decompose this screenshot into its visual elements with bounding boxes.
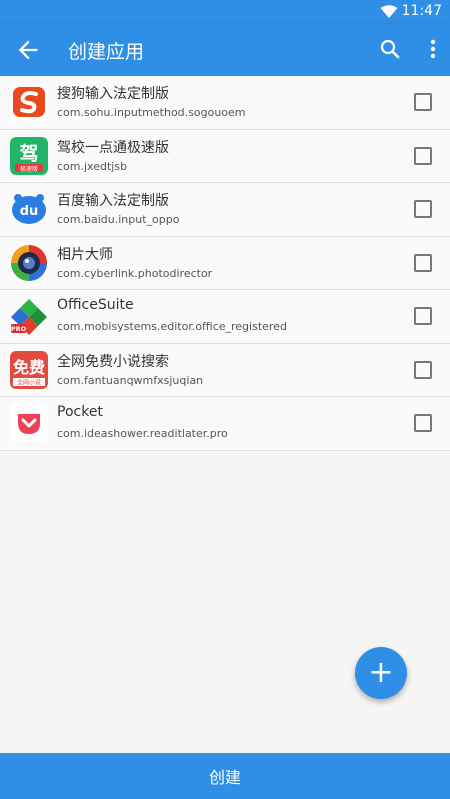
select-checkbox[interactable] [414,93,432,111]
app-name: Pocket [57,404,103,420]
select-checkbox[interactable] [414,307,432,325]
more-vert-icon[interactable] [428,37,438,61]
svg-text:免费: 免费 [13,358,45,377]
select-checkbox[interactable] [414,146,432,165]
svg-text:驾: 驾 [19,142,38,165]
pocket-icon [10,404,48,442]
select-checkbox[interactable] [414,360,432,379]
app-name: OfficeSuite [57,297,134,313]
list-item-jiaxiao[interactable]: 驾 极速版 驾校一点通极速版 com.jxedtjsb [0,129,450,183]
select-checkbox[interactable] [414,253,432,272]
app-name: 搜狗输入法定制版 [57,86,169,102]
add-icon: + [368,655,394,690]
select-checkbox[interactable] [414,200,432,218]
sogou-icon [10,83,48,121]
svg-text:PRO: PRO [11,325,27,333]
svg-text:全网小说: 全网小说 [17,378,41,386]
arrow-back-icon[interactable] [14,36,42,64]
select-checkbox[interactable] [414,414,432,432]
app-package: com.ideashower.readitlater.pro [57,427,228,440]
app-package: com.sohu.inputmethod.sogouoem [57,106,246,119]
page-title: 创建应用 [68,41,145,63]
officesuite-icon: PRO [10,297,48,335]
app-package: com.fantuanqwmfxsjuqian [57,373,204,387]
app-package: com.mobisystems.editor.office_registered [57,320,287,333]
jiaxiao-icon: 驾 极速版 [10,136,48,175]
list-item-officesuite[interactable]: PRO OfficeSuite com.mobisystems.editor.o… [0,290,450,344]
app-name: 相片大师 [57,246,113,263]
app-list: 搜狗输入法定制版 com.sohu.inputmethod.sogouoem 驾… [0,76,450,451]
add-fab-button[interactable]: + [355,647,407,699]
svg-text:du: du [20,204,39,219]
app-package: com.jxedtjsb [57,159,128,173]
app-package: com.cyberlink.photodirector [57,266,213,280]
list-item-photodirector[interactable]: 相片大师 com.cyberlink.photodirector [0,236,450,290]
app-name: 驾校一点通极速版 [57,139,169,156]
app-name: 百度输入法定制版 [57,193,169,209]
list-item-pocket[interactable]: Pocket com.ideashower.readitlater.pro [0,397,450,451]
app-package: com.baidu.input_oppo [57,213,180,226]
status-time: 11:47 [401,3,442,19]
search-icon[interactable] [378,37,402,61]
wifi-icon [380,5,398,18]
create-button-label: 创建 [208,768,241,787]
create-button[interactable]: 创建 [0,753,450,799]
svg-text:极速版: 极速版 [20,165,38,173]
photodirector-icon [10,243,48,282]
list-item-mianfei-xiaoshuo[interactable]: 免费 全网小说 全网免费小说搜索 com.fantuanqwmfxsjuqian [0,343,450,397]
list-item-sogou[interactable]: 搜狗输入法定制版 com.sohu.inputmethod.sogouoem [0,76,450,130]
app-name: 全网免费小说搜索 [57,353,169,370]
mianfei-xiaoshuo-icon: 免费 全网小说 [10,350,48,389]
status-bar: 11:47 [0,0,450,24]
baidu-input-icon: du [10,190,48,228]
app-bar: 创建应用 [0,24,450,76]
list-item-baidu-input[interactable]: du 百度输入法定制版 com.baidu.input_oppo [0,183,450,237]
